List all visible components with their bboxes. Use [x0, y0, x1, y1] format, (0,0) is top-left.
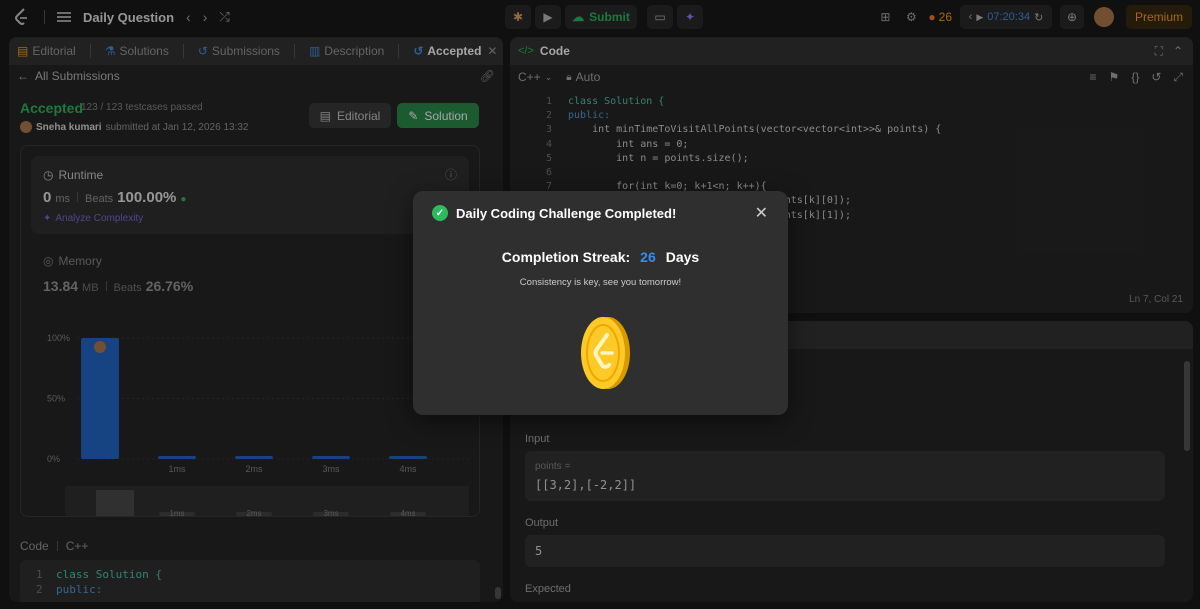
modal-header: ✓ Daily Coding Challenge Completed! [432, 205, 676, 221]
modal-title: Daily Coding Challenge Completed! [456, 205, 677, 221]
daily-challenge-modal: ✓ Daily Coding Challenge Completed! ✕ Co… [413, 191, 788, 415]
streak-unit: Days [665, 249, 700, 265]
streak-label: Completion Streak: [501, 249, 631, 265]
streak-row: Completion Streak: 26 Days [413, 249, 788, 265]
check-circle-icon: ✓ [432, 205, 448, 221]
coin-icon [581, 317, 630, 389]
streak-value: 26 [640, 249, 656, 265]
modal-message: Consistency is key, see you tomorrow! [519, 277, 682, 288]
close-icon[interactable]: ✕ [755, 203, 768, 223]
